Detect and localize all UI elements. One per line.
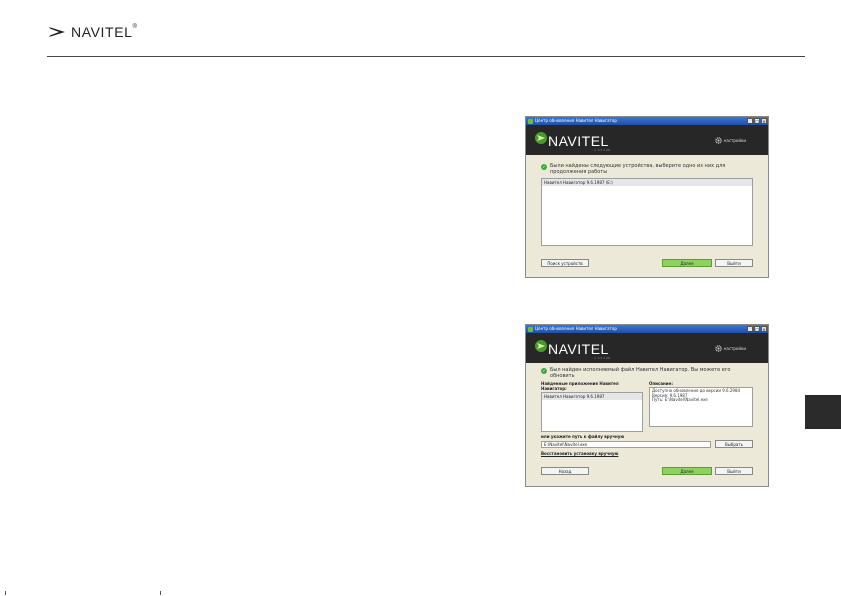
app-icon	[528, 118, 533, 124]
update-center-window-devices: Центр обновления Навител Навигатор _ □ ×…	[525, 116, 769, 278]
window-title: Центр обновления Навител Навигатор	[535, 326, 617, 331]
description-label: Описание:	[649, 381, 673, 386]
status-message: ✓ Были найдены следующие устройства, выб…	[541, 163, 753, 175]
status-message-text: Был найден исполняемый файл Навител Нави…	[550, 367, 731, 379]
check-icon: ✓	[541, 163, 547, 170]
check-icon: ✓	[541, 367, 547, 374]
next-button[interactable]: Далее	[662, 259, 712, 267]
found-apps-label: Найденные приложения Навител Навигатор:	[541, 381, 619, 391]
description-box: Доступно обновление до версии 9.6.2984 В…	[649, 387, 753, 427]
minimize-button[interactable]: _	[747, 118, 753, 124]
navitel-arrow-icon	[535, 132, 547, 144]
maximize-button[interactable]: □	[754, 118, 760, 124]
choose-button[interactable]: Выбрать	[715, 440, 753, 448]
window-titlebar[interactable]: Центр обновления Навител Навигатор _ □ ×	[526, 117, 768, 125]
navitel-arrow-icon	[535, 340, 547, 352]
window-title: Центр обновления Навител Навигатор	[535, 118, 617, 123]
list-item[interactable]: Навител Навигатор 9.6.1987	[542, 393, 642, 400]
status-message-text: Были найдены следующие устройства, выбер…	[550, 163, 726, 175]
minimize-button[interactable]: _	[747, 326, 753, 332]
restore-link[interactable]: Восстановить установку вручную	[541, 451, 753, 456]
next-button[interactable]: Далее	[662, 467, 712, 475]
crop-mark	[5, 591, 6, 595]
maximize-button[interactable]: □	[754, 326, 760, 332]
app-version: v. 3.3.1.46	[594, 148, 610, 152]
brand-name: NAVITEL®	[71, 24, 138, 40]
list-item[interactable]: Навител Навигатор 9.6.1987 (E:)	[542, 179, 752, 186]
found-apps-list[interactable]: Навител Навигатор 9.6.1987	[541, 392, 643, 432]
exit-button[interactable]: Выйти	[715, 467, 753, 475]
settings-label: настройки	[723, 346, 746, 351]
search-devices-button[interactable]: Поиск устройств	[541, 259, 589, 267]
app-logo-text: NAVITEL	[548, 341, 609, 357]
header-divider	[47, 56, 805, 57]
back-button[interactable]: Назад	[541, 467, 589, 475]
navitel-logo-icon	[49, 27, 65, 37]
app-header: NAVITEL v. 3.3.1.46 настройки	[526, 125, 768, 155]
app-header: NAVITEL v. 3.3.1.46 настройки	[526, 333, 768, 363]
description-line: Путь: E:\Navitel\Navitel.exe	[652, 397, 708, 403]
exit-button[interactable]: Выйти	[715, 259, 753, 267]
settings-link[interactable]: настройки	[715, 345, 746, 352]
crop-mark	[160, 591, 161, 595]
close-button[interactable]: ×	[761, 326, 767, 332]
path-label: или укажите путь к файлу вручную	[541, 434, 625, 439]
app-icon	[528, 326, 533, 332]
brand-logo: NAVITEL®	[47, 24, 138, 40]
gear-icon	[715, 345, 722, 352]
window-titlebar[interactable]: Центр обновления Навител Навигатор _ □ ×	[526, 325, 768, 333]
close-button[interactable]: ×	[761, 118, 767, 124]
app-logo-text: NAVITEL	[548, 133, 609, 149]
status-message: ✓ Был найден исполняемый файл Навител На…	[541, 367, 753, 379]
settings-label: настройки	[723, 138, 746, 143]
path-input[interactable]: E:\Navitel\Navitel.exe	[541, 440, 711, 448]
settings-link[interactable]: настройки	[715, 137, 746, 144]
app-version: v. 3.3.1.46	[594, 356, 610, 360]
side-tab	[805, 395, 841, 429]
device-list[interactable]: Навител Навигатор 9.6.1987 (E:)	[541, 178, 753, 246]
update-center-window-app: Центр обновления Навител Навигатор _ □ ×…	[525, 324, 769, 487]
gear-icon	[715, 137, 722, 144]
